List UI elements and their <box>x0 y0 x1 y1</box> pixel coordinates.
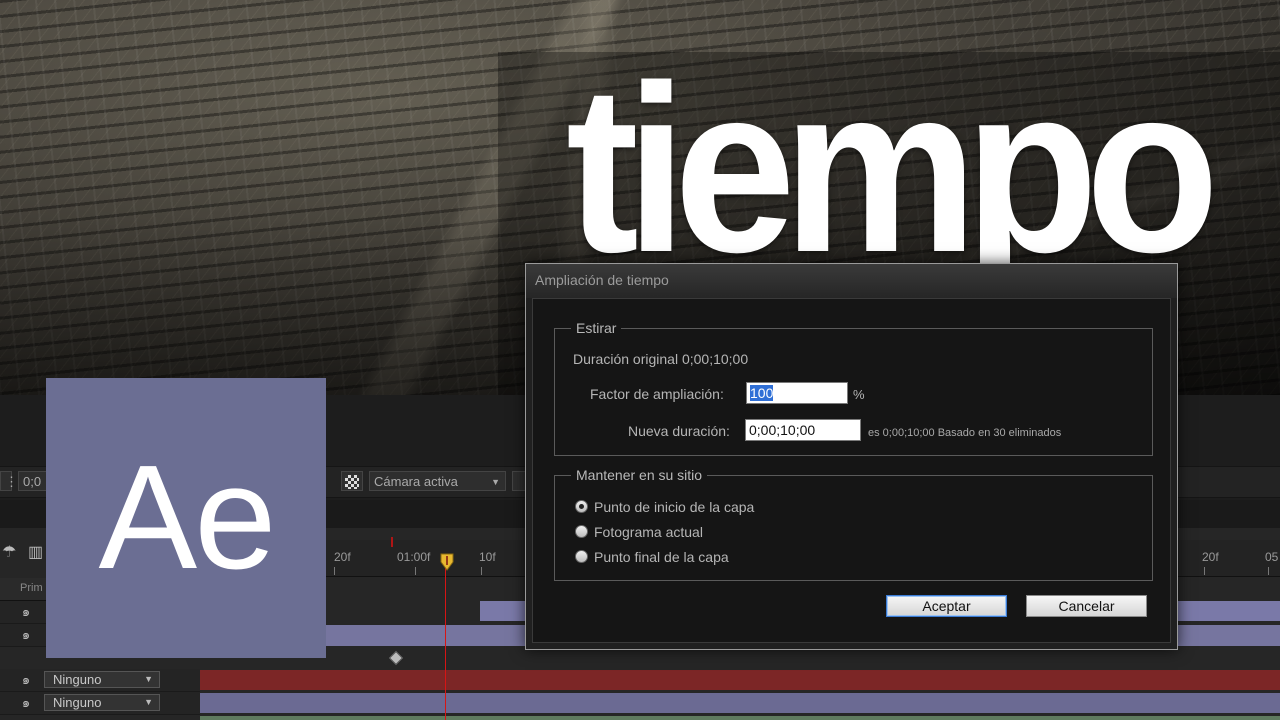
radio-layer-in-point[interactable] <box>575 500 588 513</box>
radio-label[interactable]: Punto de inicio de la capa <box>594 499 754 515</box>
stretch-factor-input[interactable]: 100 <box>746 382 848 404</box>
camera-view-dropdown[interactable]: Cámara activa ▼ <box>369 471 506 491</box>
stretch-group-legend: Estirar <box>576 320 617 336</box>
playhead-line <box>445 568 446 720</box>
playhead-handle-icon[interactable] <box>440 553 454 571</box>
ruler-tick-label: 10f <box>479 550 496 564</box>
new-duration-note: es 0;00;10;00 Basado en 30 eliminados <box>868 427 1062 439</box>
ruler-tick-label: 20f <box>1202 550 1219 564</box>
original-duration-value: 0;00;10;00 <box>681 351 749 367</box>
timeline-switches: ☂ ▥ <box>0 540 48 566</box>
new-duration-label: Nueva duración: <box>628 423 730 439</box>
camera-view-label: Cámara activa <box>374 474 458 489</box>
ruler-tick-label: 20f <box>334 550 351 564</box>
original-duration-label: Duración original 0;00;10;00 <box>573 351 748 367</box>
percent-unit: % <box>853 387 865 402</box>
radio-layer-out-point[interactable] <box>575 550 588 563</box>
layer-row[interactable]: ๑ Ninguno ▼ <box>0 669 200 692</box>
new-duration-input[interactable]: 0;00;10;00 <box>745 419 861 441</box>
layer-row[interactable]: ๑ Ninguno ▼ <box>0 692 200 715</box>
parent-dropdown-value: Ninguno <box>53 695 102 710</box>
toolbar-extra-button[interactable] <box>512 471 526 491</box>
layer-bar[interactable] <box>200 716 1280 720</box>
ruler-tick-mark <box>1268 567 1269 575</box>
ruler-tick-label: 01:00f <box>397 550 431 564</box>
parent-dropdown-value: Ninguno <box>53 672 102 687</box>
ok-button[interactable]: Aceptar <box>886 595 1007 617</box>
chevron-down-icon: ▼ <box>144 697 153 707</box>
dialog-title[interactable]: Ampliación de tiempo <box>526 264 1177 298</box>
stretch-factor-value: 100 <box>750 385 774 401</box>
ruler-tick-mark <box>334 567 335 575</box>
logo-text: Ae <box>98 435 276 600</box>
chevron-down-icon: ▼ <box>491 477 500 487</box>
spiral-icon[interactable]: ๑ <box>19 605 33 619</box>
parent-dropdown[interactable]: Ninguno ▼ <box>44 671 160 688</box>
factor-label: Factor de ampliación: <box>590 386 724 402</box>
radio-current-frame[interactable] <box>575 525 588 538</box>
spiral-icon[interactable]: ๑ <box>19 696 33 710</box>
layer-bar[interactable] <box>200 693 1280 713</box>
hold-group-legend: Mantener en su sitio <box>576 467 703 483</box>
ruler-tick-mark <box>415 567 416 575</box>
ruler-tick-mark <box>481 567 482 575</box>
layer-bar[interactable] <box>200 670 1280 690</box>
work-area-marker <box>391 537 393 547</box>
graph-editor-icon[interactable]: ▥ <box>28 542 43 562</box>
transparency-grid-icon[interactable] <box>341 471 363 491</box>
column-header-label: Prim <box>20 582 43 594</box>
parent-dropdown[interactable]: Ninguno ▼ <box>44 694 160 711</box>
motion-blur-icon[interactable]: ☂ <box>2 542 16 562</box>
spiral-icon[interactable]: ๑ <box>19 673 33 687</box>
ruler-tick-label: 05 <box>1265 550 1279 564</box>
ruler-tick-mark <box>1204 567 1205 575</box>
radio-label[interactable]: Punto final de la capa <box>594 549 729 565</box>
chevron-down-icon: ▼ <box>144 674 153 684</box>
radio-label[interactable]: Fotograma actual <box>594 524 703 540</box>
spiral-icon[interactable]: ๑ <box>19 628 33 642</box>
toolbar-menu-icon[interactable]: ⋮ <box>0 471 18 491</box>
original-duration-caption: Duración original <box>573 351 679 367</box>
cancel-button[interactable]: Cancelar <box>1026 595 1147 617</box>
after-effects-logo: Ae <box>46 378 326 658</box>
